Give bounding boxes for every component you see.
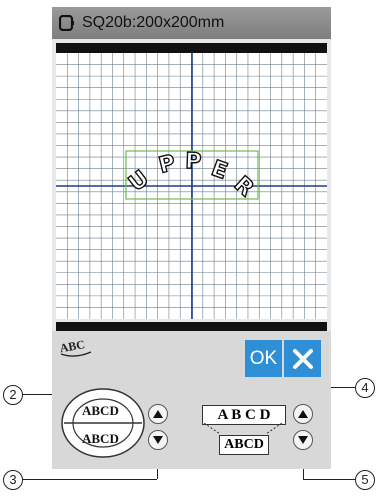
circle-up-arrow-button[interactable] — [148, 404, 168, 424]
triangle-down-icon — [298, 436, 308, 444]
bottom-panel: ABC OK ABCD ABCD A B C D ABCD — [52, 331, 331, 469]
straight-connector — [203, 423, 283, 435]
straight-down-arrow-button[interactable] — [293, 430, 313, 450]
triangle-up-icon — [298, 410, 308, 418]
ok-button[interactable]: OK — [245, 340, 282, 377]
hoop-icon — [59, 15, 74, 31]
triangle-up-icon — [153, 410, 163, 418]
callout-3: 3 — [3, 470, 23, 490]
callout-4: 4 — [355, 378, 375, 398]
straight-lower-label[interactable]: ABCD — [219, 435, 269, 455]
edit-grid[interactable]: U P P E R — [56, 53, 327, 319]
straight-upper-label[interactable]: A B C D — [202, 405, 286, 425]
callout-3-line — [22, 479, 157, 480]
callout-2: 2 — [3, 385, 23, 405]
triangle-down-icon — [153, 436, 163, 444]
callout-5: 5 — [355, 470, 375, 490]
svg-text:ABC: ABC — [59, 337, 86, 355]
abc-font-icon[interactable]: ABC — [58, 337, 94, 359]
hoop-size-label: SQ20b:200x200mm — [82, 14, 225, 31]
device-screen: SQ20b:200x200mm U P P E R ABC OK ABCD AB… — [52, 7, 331, 469]
circle-lower-text: ABCD — [82, 431, 119, 446]
callout-5-line — [303, 479, 355, 480]
circle-upper-text: ABCD — [82, 403, 119, 418]
top-black-bar — [56, 43, 327, 53]
close-button[interactable] — [284, 340, 321, 377]
close-x-icon — [292, 348, 313, 369]
title-bar: SQ20b:200x200mm — [52, 7, 331, 39]
circle-down-arrow-button[interactable] — [148, 430, 168, 450]
straight-up-arrow-button[interactable] — [293, 404, 313, 424]
arched-char: P — [185, 149, 202, 175]
circle-arc-layout-icon[interactable]: ABCD ABCD — [60, 387, 146, 459]
